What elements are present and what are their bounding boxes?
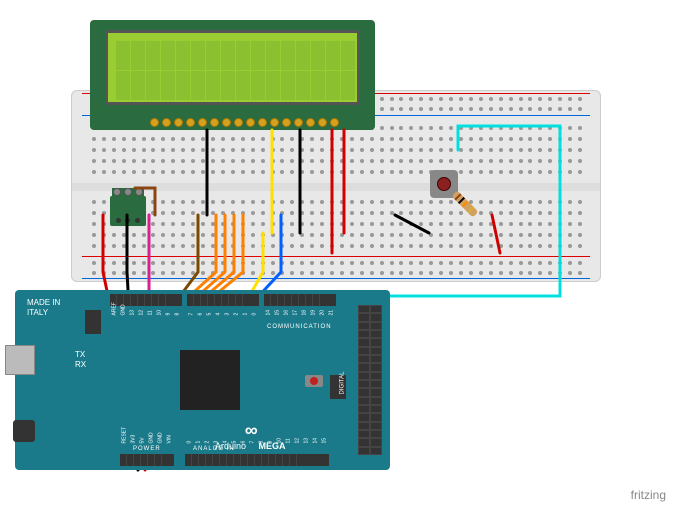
pin-label: 13 xyxy=(130,307,136,316)
barrel-jack-icon xyxy=(13,420,35,442)
country-label: ITALY xyxy=(27,308,48,317)
rx-label: RX xyxy=(75,360,86,369)
pushbutton-cap[interactable] xyxy=(437,177,451,191)
tx-label: TX xyxy=(75,350,85,359)
pin-label: 12 xyxy=(139,307,145,316)
pin-label: 1 xyxy=(243,307,249,316)
pin-label: 5 xyxy=(207,307,213,316)
pin-label: 10 xyxy=(277,435,283,444)
pin-label: RESET xyxy=(122,435,128,444)
pin-label: 11 xyxy=(286,435,292,444)
pin-label: AREF xyxy=(112,307,118,316)
pin-label: 5V xyxy=(140,435,146,444)
credit-label: fritzing xyxy=(631,488,666,502)
mcu-chip-icon xyxy=(180,350,240,410)
comm-label: COMMUNICATION xyxy=(267,324,332,330)
pin-label: 8 xyxy=(175,307,181,316)
breadboard-rails-bot xyxy=(90,259,584,277)
comm-header xyxy=(264,294,336,306)
pin-label: 21 xyxy=(329,307,335,316)
arduino-mega: MADE IN ITALY TX RX COMMUNICATION POWER … xyxy=(15,290,390,470)
pin-label: 16 xyxy=(284,307,290,316)
pin-label: 8 xyxy=(259,435,265,444)
pin-label: 14 xyxy=(313,435,319,444)
breadboard-main-top xyxy=(90,123,584,177)
pin-label: 12 xyxy=(295,435,301,444)
pin-label: 10 xyxy=(157,307,163,316)
digital-header-mid xyxy=(187,294,259,306)
pin-label: 15 xyxy=(275,307,281,316)
pin-label: 0 xyxy=(187,435,193,444)
screw-terminal-block xyxy=(110,196,146,226)
made-in-label: MADE IN xyxy=(27,298,60,307)
lcd-char-grid xyxy=(116,41,355,100)
power-header xyxy=(120,454,174,466)
lcd-screen xyxy=(105,30,360,105)
pin-label: 14 xyxy=(266,307,272,316)
reset-button[interactable] xyxy=(305,375,323,387)
pin-label: 19 xyxy=(311,307,317,316)
pin-label: 7 xyxy=(189,307,195,316)
lcd-16x2 xyxy=(90,20,375,130)
pin-label: 1 xyxy=(196,435,202,444)
breadboard-main-bot xyxy=(90,197,584,251)
usb-port-icon xyxy=(5,345,35,375)
pin-label: 2 xyxy=(234,307,240,316)
digital-label: DIGITAL xyxy=(340,372,346,395)
pin-label: 13 xyxy=(304,435,310,444)
pin-label: 3 xyxy=(214,435,220,444)
pin-label: 3 xyxy=(225,307,231,316)
power-label: POWER xyxy=(133,446,161,452)
pin-label: 9 xyxy=(268,435,274,444)
pin-label: 11 xyxy=(148,307,154,316)
pin-label: 2 xyxy=(205,435,211,444)
lcd-pin-row xyxy=(150,118,339,127)
pin-label: 0 xyxy=(252,307,258,316)
double-header-right xyxy=(358,305,382,455)
pin-label: 6 xyxy=(241,435,247,444)
pin-label: 18 xyxy=(302,307,308,316)
pin-label: 17 xyxy=(293,307,299,316)
pin-label: 4 xyxy=(223,435,229,444)
pin-label: 15 xyxy=(322,435,328,444)
pin-label: 3V3 xyxy=(131,435,137,444)
pin-label: 9 xyxy=(166,307,172,316)
pin-label: VIN xyxy=(167,435,173,444)
pin-label: GND xyxy=(158,435,164,444)
analog-header xyxy=(185,454,329,466)
icsp-header-1 xyxy=(85,310,101,334)
pin-label: 20 xyxy=(320,307,326,316)
pin-label: 7 xyxy=(250,435,256,444)
pin-label: 6 xyxy=(198,307,204,316)
pin-label: GND xyxy=(149,435,155,444)
pin-label: 4 xyxy=(216,307,222,316)
pin-label: 5 xyxy=(232,435,238,444)
pin-label: GND xyxy=(121,307,127,316)
